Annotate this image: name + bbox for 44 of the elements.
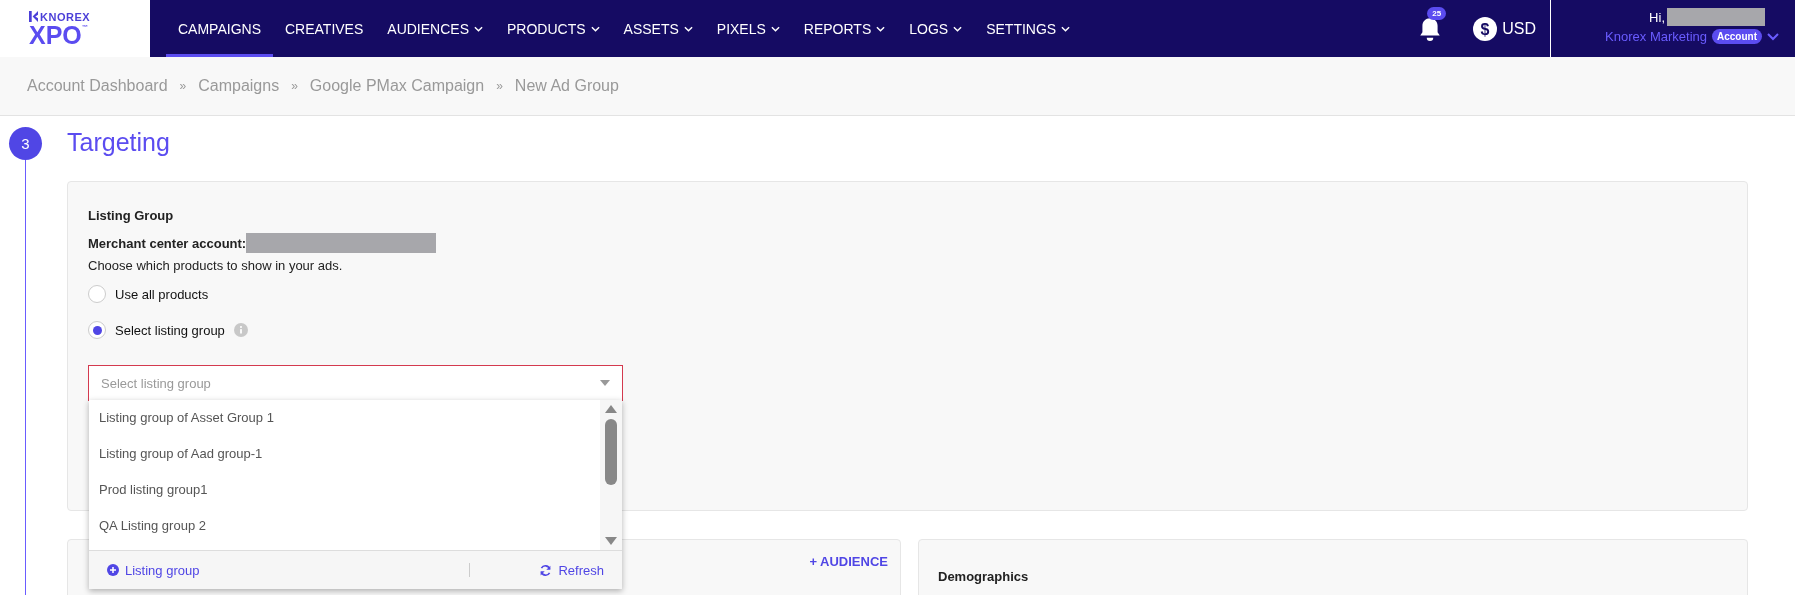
- nav-item[interactable]: LOGS: [897, 0, 975, 57]
- scroll-down-icon[interactable]: [605, 537, 617, 545]
- card-title: Demographics: [938, 569, 1030, 584]
- add-audience-button[interactable]: + AUDIENCE: [809, 554, 888, 569]
- scroll-up-icon[interactable]: [605, 405, 617, 413]
- add-listing-group-button[interactable]: Listing group: [107, 562, 200, 578]
- radio-option[interactable]: Select listing group: [88, 319, 1727, 341]
- dropdown-option[interactable]: QA Listing group 2: [89, 512, 600, 548]
- nav-item[interactable]: SETTINGS: [974, 0, 1083, 57]
- nav-item[interactable]: ASSETS: [611, 0, 705, 57]
- logo-brand: KNOREX: [40, 10, 91, 23]
- caret-down-icon[interactable]: [600, 380, 610, 386]
- nav-item[interactable]: PRODUCTS: [495, 0, 612, 57]
- hint-text: Choose which products to show in your ads.: [88, 258, 344, 273]
- radio-option[interactable]: Use all products: [88, 283, 1727, 305]
- dropdown-option[interactable]: Listing group of Aad group-1: [89, 440, 600, 476]
- separator-icon: »: [496, 79, 503, 93]
- scrollbar-thumb[interactable]: [605, 419, 617, 485]
- logo-product: XPO: [29, 22, 82, 47]
- account-badge: Account: [1712, 29, 1762, 44]
- logo-mark-icon: [29, 11, 38, 22]
- currency-label[interactable]: USD: [1502, 19, 1536, 38]
- plus-circle-icon: [107, 564, 119, 576]
- dropdown-option[interactable]: Prod listing group1: [89, 476, 600, 512]
- nav-item[interactable]: REPORTS: [791, 0, 898, 57]
- dollar-icon: $: [1473, 16, 1498, 41]
- section-title: Targeting: [67, 128, 171, 158]
- separator-icon: »: [179, 79, 187, 93]
- notification-count: 25: [1427, 6, 1447, 20]
- greeting: Hi,: [1649, 9, 1665, 25]
- nav-item[interactable]: PIXELS: [704, 0, 792, 57]
- scrollbar[interactable]: [600, 400, 622, 550]
- step-number: 3: [9, 127, 42, 160]
- separator-icon: »: [291, 79, 298, 93]
- radio-button[interactable]: [88, 321, 106, 339]
- company-name[interactable]: Knorex Marketing: [1605, 29, 1707, 44]
- radio-button[interactable]: [88, 285, 106, 303]
- refresh-icon: [539, 563, 553, 577]
- refresh-button[interactable]: Refresh: [539, 562, 604, 578]
- nav-item[interactable]: AUDIENCES: [375, 0, 495, 57]
- card-title: Listing Group: [88, 208, 175, 223]
- field-label: Merchant center account:: [88, 235, 247, 251]
- dropdown-option[interactable]: Listing group of Asset Group 1: [89, 404, 600, 440]
- nav-item[interactable]: CREATIVES: [273, 0, 376, 57]
